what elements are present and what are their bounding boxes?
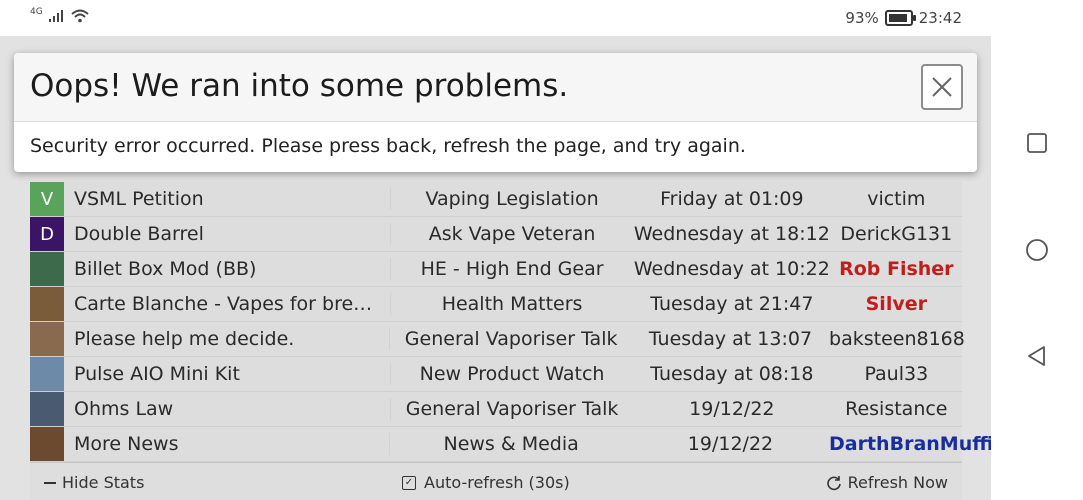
avatar[interactable]: D (30, 217, 64, 251)
minus-icon (44, 481, 56, 484)
hide-stats-button[interactable]: Hide Stats (44, 473, 144, 492)
signal-icon (48, 10, 63, 22)
status-bar: 4G 93% 23:42 (0, 0, 991, 36)
battery-icon (884, 10, 916, 26)
avatar[interactable]: V (30, 182, 64, 216)
username-link[interactable]: baksteen8168 (829, 328, 965, 350)
username-link[interactable]: Resistance (831, 398, 962, 420)
square-icon (1027, 133, 1047, 153)
stats-bar: Hide Stats ✓ Auto-refresh (30s) Refresh … (30, 462, 962, 500)
table-row[interactable]: V VSML Petition Vaping Legislation Friday a… (30, 182, 962, 217)
refresh-now-button[interactable]: Refresh Now (826, 473, 948, 492)
username-link[interactable]: DarthBranMuffin (829, 433, 991, 455)
forum-link[interactable]: Vaping Legislation (390, 188, 633, 210)
home-button[interactable] (1017, 230, 1057, 270)
battery-level (888, 14, 908, 22)
refresh-icon (826, 475, 841, 490)
thread-date: 19/12/22 (689, 398, 775, 420)
auto-refresh-label: Auto-refresh (30s) (424, 473, 570, 492)
thread-title-link[interactable]: VSML Petition (74, 188, 390, 210)
avatar[interactable] (30, 287, 64, 321)
thread-date: Tuesday at 21:47 (650, 293, 814, 315)
thread-title-link[interactable]: Ohms Law (74, 398, 390, 420)
table-row[interactable]: Pulse AIO Mini Kit New Product Watch Tuesd… (30, 357, 962, 392)
triangle-back-icon (1028, 346, 1045, 366)
navigation-bar (991, 0, 1083, 500)
table-row[interactable]: Ohms Law General Vaporiser Talk 19/12/22 Re… (30, 392, 962, 427)
forum-link[interactable]: HE - High End Gear (390, 258, 633, 280)
status-left: 4G (30, 7, 89, 23)
thread-date: 19/12/22 (687, 433, 774, 455)
thread-title-link[interactable]: Carte Blanche - Vapes for bre… (74, 293, 390, 315)
thread-title-link[interactable]: Double Barrel (74, 223, 390, 245)
thread-title-link[interactable]: Billet Box Mod (BB) (74, 258, 390, 280)
forum-link[interactable]: News & Media (389, 433, 631, 455)
username-link[interactable]: Paul33 (831, 363, 962, 385)
username-link[interactable]: victim (831, 188, 962, 210)
dialog-title: Oops! We ran into some problems. (30, 68, 569, 104)
hide-stats-label: Hide Stats (62, 473, 145, 492)
forum-link[interactable]: Ask Vape Veteran (390, 223, 633, 245)
thread-date: Wednesday at 10:22 (633, 258, 830, 280)
close-icon (932, 77, 952, 97)
auto-refresh-toggle[interactable]: ✓ Auto-refresh (30s) (402, 473, 570, 492)
avatar[interactable] (30, 252, 64, 286)
thread-title-link[interactable]: More News (74, 433, 389, 455)
table-row[interactable]: Please help me decide. General Vaporiser … (30, 322, 965, 357)
table-row[interactable]: Billet Box Mod (BB) HE - High End Gear Wed… (30, 252, 962, 287)
recents-button[interactable] (1017, 123, 1057, 163)
forum-link[interactable]: General Vaporiser Talk (390, 398, 633, 420)
error-dialog: Oops! We ran into some problems. Securit… (14, 53, 977, 172)
status-right: 93% 23:42 (845, 9, 962, 27)
checkbox-checked-icon[interactable]: ✓ (402, 475, 416, 490)
wifi-icon (71, 9, 89, 23)
avatar[interactable] (30, 392, 64, 426)
username-link[interactable]: Silver (831, 293, 962, 315)
dialog-message: Security error occurred. Please press ba… (30, 135, 746, 157)
thread-date: Tuesday at 13:07 (648, 328, 813, 350)
table-row[interactable]: D Double Barrel Ask Vape Veteran Wednesday … (30, 217, 962, 252)
thread-date: Tuesday at 08:18 (650, 363, 814, 385)
avatar[interactable] (30, 322, 64, 356)
thread-date: Friday at 01:09 (660, 188, 804, 210)
close-button[interactable] (921, 64, 963, 110)
circle-icon (1026, 239, 1048, 261)
battery-percent: 93% (845, 9, 879, 27)
avatar[interactable] (30, 357, 64, 391)
clock: 23:42 (918, 9, 962, 27)
username-link[interactable]: Rob Fisher (831, 258, 962, 280)
avatar[interactable] (30, 427, 64, 461)
table-row[interactable]: Carte Blanche - Vapes for bre… Health Mat… (30, 287, 962, 322)
refresh-now-label: Refresh Now (847, 473, 948, 492)
forum-link[interactable]: General Vaporiser Talk (389, 328, 631, 350)
table-row[interactable]: More News News & Media 19/12/22 DarthBranMu… (30, 427, 991, 462)
dialog-header: Oops! We ran into some problems. (14, 53, 977, 122)
forum-link[interactable]: New Product Watch (390, 363, 633, 385)
back-button[interactable] (1017, 336, 1057, 376)
thread-title-link[interactable]: Please help me decide. (74, 328, 389, 350)
network-type: 4G (30, 7, 43, 17)
thread-title-link[interactable]: Pulse AIO Mini Kit (74, 363, 390, 385)
thread-date: Wednesday at 18:12 (633, 223, 830, 245)
forum-link[interactable]: Health Matters (390, 293, 633, 315)
username-link[interactable]: DerickG131 (831, 223, 962, 245)
